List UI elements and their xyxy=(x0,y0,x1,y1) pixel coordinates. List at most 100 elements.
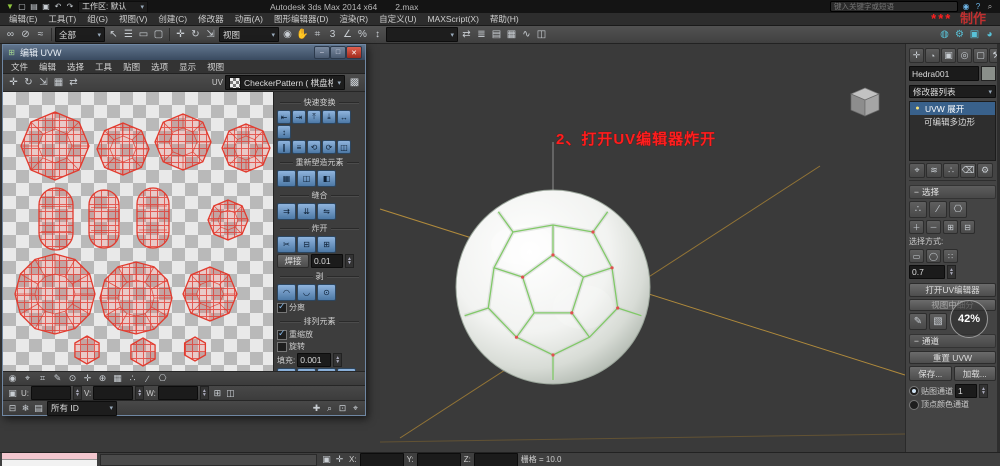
remove-modifier-icon[interactable]: ⌫ xyxy=(960,163,976,178)
selection-lock-toggle-icon[interactable]: ▣ xyxy=(320,454,333,466)
uvw-menu-item-7[interactable]: 视图 xyxy=(202,61,229,73)
rectangular-selection-region-icon[interactable]: ▭ xyxy=(136,27,151,42)
curve-editor-icon[interactable]: ∿ xyxy=(519,27,534,42)
select-object-icon[interactable]: ↖ xyxy=(106,27,121,42)
vertex-target-icon[interactable]: ∴ xyxy=(126,373,139,385)
w-field[interactable] xyxy=(158,386,198,400)
motion-tab-icon[interactable]: ◎ xyxy=(957,48,972,63)
uv-scale-icon[interactable]: ⇲ xyxy=(36,75,51,90)
copy-value-icon[interactable]: ◫ xyxy=(224,387,237,399)
render-production-icon[interactable]: ◕ xyxy=(982,27,997,42)
uv-mirror-icon[interactable]: ⇄ xyxy=(66,75,81,90)
show-end-result-icon[interactable]: ≋ xyxy=(926,163,942,178)
object-color-swatch[interactable] xyxy=(981,66,996,81)
undo-icon[interactable]: ↶ xyxy=(52,1,64,12)
w-spinner[interactable] xyxy=(200,386,209,400)
material-id-dropdown[interactable]: 所有 ID xyxy=(47,401,117,416)
stack-item-editable-poly[interactable]: 可编辑多边形 xyxy=(910,115,995,128)
vertex-color-radio[interactable] xyxy=(909,400,919,410)
rescale-checkbox[interactable] xyxy=(277,330,287,340)
zoom-extents-icon[interactable]: ⌖ xyxy=(349,402,362,414)
align-horizontal-icon[interactable]: ⇤ xyxy=(277,110,291,124)
bind-to-space-warp-icon[interactable]: ≈ xyxy=(33,27,48,42)
uv-island[interactable] xyxy=(222,124,270,172)
workspace-dropdown[interactable]: 工作区: 默认 xyxy=(78,1,148,13)
snap-toggle-3d-icon[interactable]: 3 xyxy=(325,27,340,42)
menu-item-6[interactable]: 动画(A) xyxy=(230,13,268,25)
weld-threshold-field[interactable]: 0.01 xyxy=(311,254,343,268)
select-and-link-icon[interactable]: ∞ xyxy=(3,27,18,42)
menu-item-3[interactable]: 视图(V) xyxy=(114,13,152,25)
vertex-subobject-icon[interactable]: ∴ xyxy=(909,201,927,218)
select-by-name-icon[interactable]: ☰ xyxy=(121,27,136,42)
hedra-object[interactable] xyxy=(456,190,650,384)
graphite-ribbon-icon[interactable]: ▦ xyxy=(504,27,519,42)
xy-axis-icon[interactable]: ✛ xyxy=(81,373,94,385)
object-name-field[interactable]: Hedra001 xyxy=(909,66,979,81)
display-tab-icon[interactable]: ▢ xyxy=(973,48,988,63)
pin-stack-icon[interactable]: ⌖ xyxy=(909,163,925,178)
rotate-90-ccw-icon[interactable]: ⟲ xyxy=(307,140,321,154)
menu-item-10[interactable]: MAXScript(X) xyxy=(422,14,483,24)
align-right-icon[interactable]: ⤓ xyxy=(322,110,336,124)
configure-modifier-sets-icon[interactable]: ⚙ xyxy=(977,163,993,178)
soft-selection-icon[interactable]: ◉ xyxy=(6,373,19,385)
uv-canvas[interactable] xyxy=(3,92,274,371)
uvw-menu-item-4[interactable]: 贴图 xyxy=(118,61,145,73)
absolute-typein-icon[interactable]: ⊞ xyxy=(211,387,224,399)
uvw-menu-item-6[interactable]: 显示 xyxy=(174,61,201,73)
rotate-checkbox[interactable] xyxy=(277,342,287,352)
maxscript-mini-listener[interactable] xyxy=(2,453,97,466)
polygon-target-icon[interactable]: ⎔ xyxy=(156,373,169,385)
selection-filter-dropdown[interactable]: 全部 xyxy=(55,27,105,42)
padding-field[interactable]: 0.001 xyxy=(297,353,331,367)
uv-island[interactable] xyxy=(208,200,248,240)
brush-options-icon[interactable]: ⊙ xyxy=(66,373,79,385)
straighten-selection-icon[interactable]: ◫ xyxy=(297,170,316,187)
edit-uvw-window[interactable]: ⊞ 编辑 UVW – □ ✕ 文件编辑选择工具贴图选项显示视图 ✛↻⇲▦⇄ UV… xyxy=(2,44,366,416)
listener-script-line[interactable] xyxy=(2,460,97,466)
zoom-region-icon[interactable]: ⊡ xyxy=(336,402,349,414)
uvw-menu-item-1[interactable]: 编辑 xyxy=(34,61,61,73)
menu-item-4[interactable]: 创建(C) xyxy=(153,13,192,25)
edge-distance-icon[interactable]: ⌗ xyxy=(36,373,49,385)
space-vertical-icon[interactable]: ↕ xyxy=(277,125,291,139)
angle-snap-icon[interactable]: ∠ xyxy=(340,27,355,42)
modify-tab-icon[interactable]: ◔ xyxy=(925,48,940,63)
listener-macro-line[interactable] xyxy=(2,453,97,461)
u-field[interactable] xyxy=(31,386,71,400)
edge-subobject-icon[interactable]: ∕ xyxy=(929,201,947,218)
show-map-toggle-icon[interactable]: ▩ xyxy=(347,75,362,90)
grow-selection-icon[interactable]: ＋ xyxy=(909,220,924,234)
menu-item-0[interactable]: 编辑(E) xyxy=(4,13,42,25)
snap-uv-icon[interactable]: ⊕ xyxy=(96,373,109,385)
x-coordinate-field[interactable] xyxy=(360,453,404,466)
space-horizontal-icon[interactable]: ↔ xyxy=(337,110,351,124)
create-tab-icon[interactable]: ✛ xyxy=(909,48,924,63)
ring-selection-icon[interactable]: ⊞ xyxy=(943,220,958,234)
load-uvw-button[interactable]: 加载... xyxy=(954,366,997,381)
percent-snap-icon[interactable]: % xyxy=(355,27,370,42)
pan-view-icon[interactable]: ✚ xyxy=(310,402,323,414)
make-unique-icon[interactable]: ∴ xyxy=(943,163,959,178)
minimize-button[interactable]: – xyxy=(314,46,330,59)
menu-item-9[interactable]: 自定义(U) xyxy=(374,13,421,25)
uv-island[interactable] xyxy=(100,262,172,334)
use-pivot-center-icon[interactable]: ◉ xyxy=(280,27,295,42)
weld-button[interactable]: 焊接 xyxy=(277,254,309,268)
v-field[interactable] xyxy=(93,386,133,400)
visibility-bulb-icon[interactable]: ● xyxy=(913,104,922,113)
redo-icon[interactable]: ↷ xyxy=(64,1,76,12)
explode-by-edge-icon[interactable]: ✂ xyxy=(277,236,296,253)
uv-island[interactable] xyxy=(183,267,237,321)
y-coordinate-field[interactable] xyxy=(417,453,461,466)
select-by-planar-icon[interactable]: ▭ xyxy=(909,249,924,263)
layer-manager-icon[interactable]: ▤ xyxy=(489,27,504,42)
material-editor-icon[interactable]: ◍ xyxy=(937,27,952,42)
modifier-list-dropdown[interactable]: 修改器列表 xyxy=(909,85,996,98)
map-channel-radio[interactable] xyxy=(909,386,919,396)
menu-item-7[interactable]: 图形编辑器(D) xyxy=(269,13,333,25)
reset-peel-icon[interactable]: ⊙ xyxy=(317,284,336,301)
named-selection-sets-dropdown[interactable] xyxy=(386,27,458,42)
freeze-selected-icon[interactable]: ❄ xyxy=(19,402,32,414)
